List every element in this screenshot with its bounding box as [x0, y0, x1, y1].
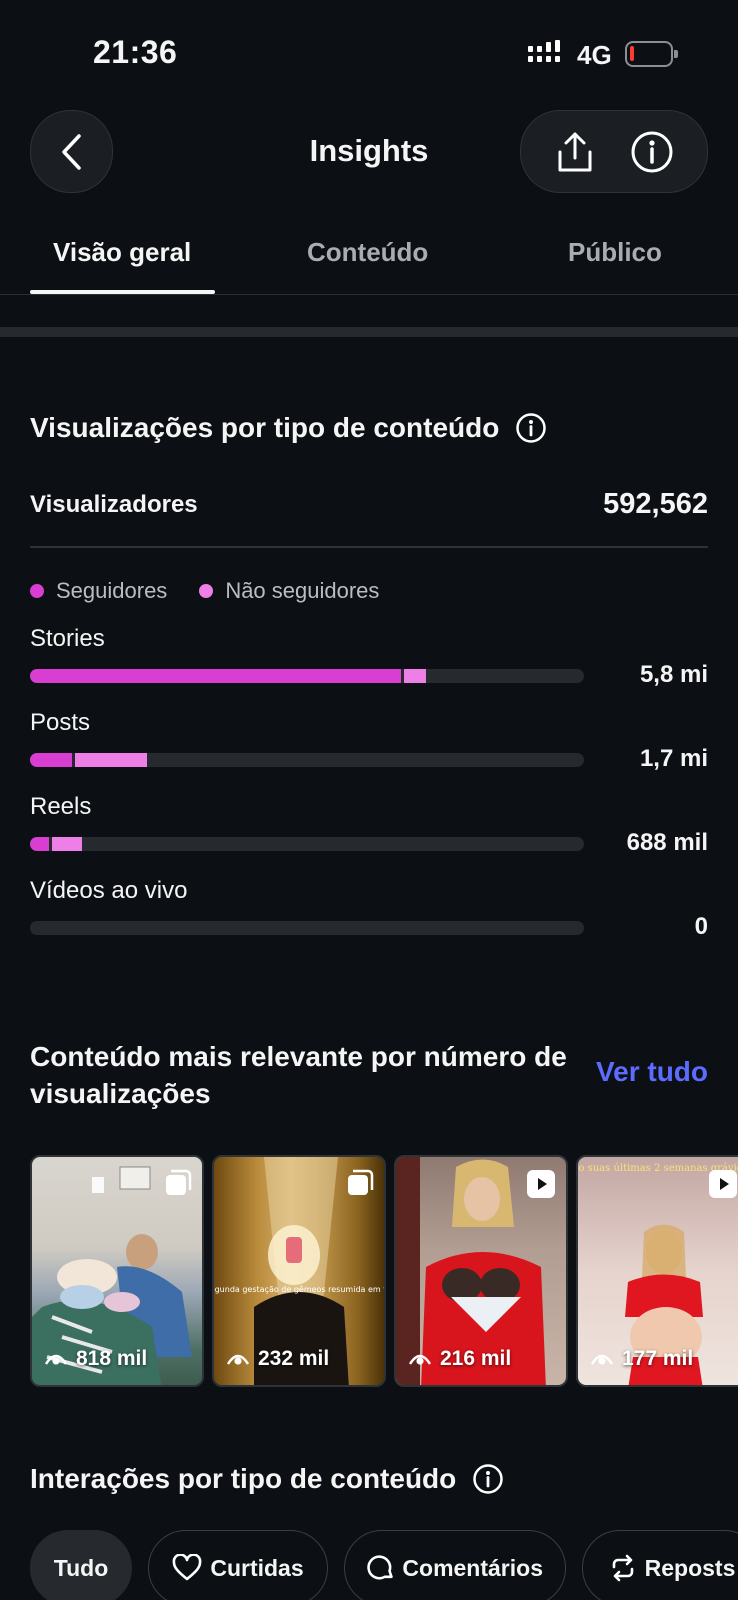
share-icon[interactable] [555, 130, 595, 174]
legend-label: Não seguidores [225, 578, 380, 603]
info-icon[interactable] [515, 412, 547, 444]
heart-icon [172, 1554, 202, 1581]
chip-all[interactable]: Tudo [30, 1530, 132, 1600]
info-icon[interactable] [472, 1463, 504, 1495]
top-content-carousel: 818 mil minha segunda gestação de gêmeos… [30, 1155, 738, 1387]
metric-value: 5,8 mi [639, 661, 708, 688]
tab-overview[interactable]: Visão geral [53, 237, 191, 268]
reel-icon [527, 1170, 555, 1198]
chip-comments[interactable]: Comentários [344, 1530, 566, 1600]
view-count-value: 216 mil [440, 1347, 512, 1370]
viewers-row: Visualizadores 592,562 [30, 488, 708, 521]
legend-item-non-followers: Não seguidores [199, 578, 379, 604]
non-followers-segment [52, 837, 82, 851]
content-thumbnail[interactable]: minha segunda gestação de gêmeos resumid… [212, 1155, 386, 1387]
metric-value: 688 mil [626, 829, 708, 856]
view-count-value: 232 mil [258, 1347, 330, 1370]
metric-bar [30, 837, 584, 851]
metric-row-reels[interactable]: Reels 688 mil [30, 793, 708, 865]
reel-icon [709, 1170, 737, 1198]
view-count: 216 mil [408, 1347, 511, 1371]
tab-bar: Visão geral Conteúdo Público [0, 215, 738, 295]
view-count-value: 818 mil [76, 1347, 148, 1370]
chip-label: Curtidas [210, 1554, 304, 1581]
metric-bar [30, 669, 584, 683]
followers-segment [30, 837, 49, 851]
content-thumbnail[interactable]: 818 mil [30, 1155, 204, 1387]
content-thumbnail[interactable]: É oficial! São suas últimas 2 semanas gr… [576, 1155, 738, 1387]
carousel-icon [166, 1169, 192, 1195]
active-tab-indicator [30, 290, 215, 294]
network-type: 4G [577, 40, 612, 70]
legend-dot [30, 584, 44, 598]
divider [30, 546, 708, 548]
top-content-title: Conteúdo mais relevante por número de vi… [30, 1041, 567, 1109]
metric-label: Reels [30, 793, 92, 820]
legend: Seguidores Não seguidores [30, 578, 379, 604]
info-icon[interactable] [630, 130, 674, 174]
eye-icon [226, 1354, 250, 1365]
metric-row-stories[interactable]: Stories 5,8 mi [30, 625, 708, 697]
header-actions [520, 110, 708, 193]
section-divider [0, 327, 738, 337]
legend-dot [199, 584, 214, 598]
clock: 21:36 [93, 34, 178, 70]
top-content-header: Conteúdo mais relevante por número de vi… [30, 1038, 708, 1112]
metric-value: 0 [694, 913, 708, 940]
metric-label: Posts [30, 709, 91, 736]
chip-label: Comentários [402, 1554, 543, 1581]
legend-label: Seguidores [56, 578, 168, 603]
metric-label: Vídeos ao vivo [30, 877, 188, 904]
chip-label: Tudo [53, 1554, 109, 1581]
metric-value: 1,7 mi [639, 745, 708, 772]
followers-segment [30, 669, 401, 683]
battery-icon [625, 41, 678, 67]
view-count: 177 mil [590, 1347, 693, 1371]
metric-bar [30, 753, 584, 767]
metric-row-posts[interactable]: Posts 1,7 mi [30, 709, 708, 781]
views-by-type-heading: Visualizações por tipo de conteúdo [30, 412, 547, 444]
chip-reposts[interactable]: Reposts [582, 1530, 738, 1600]
eye-icon [44, 1354, 68, 1365]
eye-icon [408, 1354, 432, 1365]
view-count: 232 mil [226, 1347, 329, 1371]
chip-label: Reposts [644, 1554, 736, 1581]
metric-label: Stories [30, 625, 105, 652]
metric-bar [30, 921, 584, 935]
repost-icon [612, 1554, 633, 1582]
metric-row-live-videos[interactable]: Vídeos ao vivo 0 [30, 877, 708, 949]
non-followers-segment [404, 669, 426, 683]
viewers-label: Visualizadores [30, 490, 198, 518]
carousel-icon [348, 1169, 374, 1195]
viewers-value: 592,562 [603, 488, 708, 520]
thumbnail-caption: minha segunda gestação de gêmeos resumid… [214, 1284, 386, 1294]
content-thumbnail[interactable]: 216 mil [394, 1155, 568, 1387]
non-followers-segment [75, 753, 147, 767]
views-by-type-title: Visualizações por tipo de conteúdo [30, 412, 500, 443]
interactions-title: Interações por tipo de conteúdo [30, 1463, 457, 1494]
chip-likes[interactable]: Curtidas [148, 1530, 328, 1600]
view-count-value: 177 mil [622, 1347, 694, 1370]
legend-item-followers: Seguidores [30, 578, 167, 604]
status-bar: 21:36 4G [0, 0, 738, 100]
see-all-link[interactable]: Ver tudo [596, 1056, 708, 1088]
followers-segment [30, 753, 72, 767]
signal-icon [528, 40, 560, 62]
comment-icon [367, 1555, 393, 1580]
eye-icon [590, 1354, 614, 1365]
tab-audience[interactable]: Público [568, 237, 662, 268]
interaction-filter-chips: Tudo Curtidas Comentários Reposts [30, 1530, 738, 1600]
interactions-heading: Interações por tipo de conteúdo [30, 1463, 504, 1495]
view-count: 818 mil [44, 1347, 147, 1371]
tab-content[interactable]: Conteúdo [307, 237, 428, 268]
